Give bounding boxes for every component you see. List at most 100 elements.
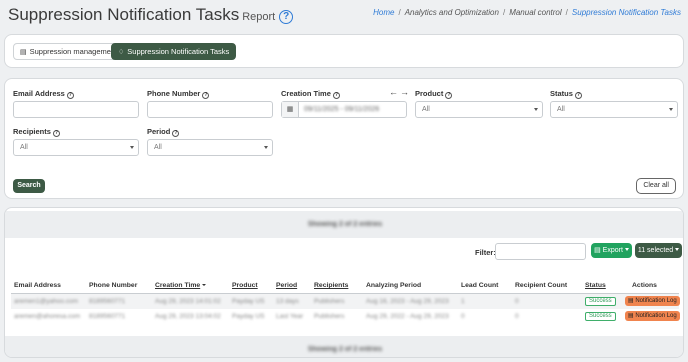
col-email: Email Address bbox=[14, 282, 61, 289]
chevron-down-icon bbox=[675, 248, 680, 251]
status-label: Status? bbox=[550, 89, 582, 99]
filter-label: Filter: bbox=[475, 248, 496, 257]
notification-log-button[interactable]: ▤ Notification Log bbox=[625, 296, 680, 306]
breadcrumb: Home / Analytics and Optimization / Manual c… bbox=[373, 8, 681, 17]
product-select[interactable]: All bbox=[415, 101, 543, 118]
tab-suppression-notification-tasks[interactable]: ♢ Suppression Notification Tasks bbox=[111, 43, 237, 60]
export-button[interactable]: ▤ Export bbox=[591, 243, 632, 258]
arrow-right-icon[interactable]: → bbox=[400, 87, 409, 97]
clear-all-button[interactable]: Clear all bbox=[636, 178, 676, 194]
cell-phone: 8189560771 bbox=[89, 298, 126, 305]
chevron-down-icon bbox=[264, 146, 268, 149]
filter-card: Email Address? Phone Number? Creation Ti… bbox=[4, 78, 684, 199]
status-badge: Success bbox=[585, 312, 616, 321]
cell-recipients: Publishers bbox=[314, 298, 345, 305]
cell-product: Payday US bbox=[232, 298, 265, 305]
chevron-down-icon bbox=[534, 108, 538, 111]
period-value: All bbox=[154, 144, 162, 151]
col-phone: Phone Number bbox=[89, 282, 138, 289]
entries-info-bottom: Showing 2 of 2 entries bbox=[5, 336, 683, 357]
status-select[interactable]: All bbox=[550, 101, 678, 118]
cell-recipients: Publishers bbox=[314, 313, 345, 320]
cell-email: aremen1@yahoo.com bbox=[14, 298, 79, 305]
col-product[interactable]: Product bbox=[232, 278, 258, 294]
notification-log-button[interactable]: ▤ Notification Log bbox=[625, 311, 680, 321]
status-badge: Success bbox=[585, 297, 616, 306]
breadcrumb-manual-control[interactable]: Manual control bbox=[509, 8, 561, 17]
info-icon: ? bbox=[202, 92, 210, 99]
recipients-value: All bbox=[20, 144, 28, 151]
tab-label: Suppression Notification Tasks bbox=[127, 47, 230, 56]
cell-recipient-count: 0 bbox=[515, 298, 519, 305]
table-row: aremen@ahoresa.com 8189560771 Aug 29, 20… bbox=[11, 309, 680, 324]
cell-period: Last Year bbox=[276, 313, 304, 320]
col-lead-count: Lead Count bbox=[461, 282, 499, 289]
recipients-label: Recipients? bbox=[13, 127, 60, 137]
recipients-select[interactable]: All bbox=[13, 139, 139, 156]
col-recipient-count: Recipient Count bbox=[515, 282, 568, 289]
col-period[interactable]: Period bbox=[276, 278, 297, 294]
tab-suppression-management[interactable]: ▤ Suppression management bbox=[13, 43, 125, 60]
columns-selected-button[interactable]: 11 selected bbox=[635, 243, 682, 258]
col-creation-time[interactable]: Creation Time bbox=[155, 278, 207, 294]
breadcrumb-home[interactable]: Home bbox=[373, 8, 394, 17]
product-value: All bbox=[422, 106, 430, 113]
col-recipients[interactable]: Recipients bbox=[314, 278, 348, 294]
page-subtitle: Report bbox=[242, 11, 276, 23]
email-label: Email Address? bbox=[13, 89, 74, 99]
col-actions: Actions bbox=[632, 282, 657, 289]
phone-label: Phone Number? bbox=[147, 89, 210, 99]
sort-desc-icon bbox=[202, 284, 207, 286]
period-label: Period? bbox=[147, 127, 180, 137]
cell-recipient-count: 0 bbox=[515, 313, 519, 320]
cell-analyzing-period: Aug 29, 2022 - Aug 29, 2023 bbox=[366, 313, 449, 320]
page-title: Suppression Notification Tasks Report? bbox=[8, 5, 294, 25]
period-select[interactable]: All bbox=[147, 139, 273, 156]
entries-info-top: Showing 2 of 2 entries bbox=[5, 211, 683, 238]
cell-creation-time: Aug 29, 2023 14:01:02 bbox=[155, 298, 221, 305]
help-icon[interactable]: ? bbox=[279, 10, 294, 24]
col-analyzing-period: Analyzing Period bbox=[366, 282, 422, 289]
info-icon: ? bbox=[66, 92, 74, 99]
page-title-text: Suppression Notification Tasks bbox=[8, 5, 240, 24]
arrow-left-icon[interactable]: ← bbox=[389, 87, 398, 97]
info-icon: ? bbox=[172, 130, 180, 137]
creation-time-value: 09/11/2025 - 09/11/2026 bbox=[304, 106, 380, 113]
filter-input[interactable] bbox=[495, 243, 586, 260]
calendar-icon: ▦ bbox=[282, 102, 299, 117]
cell-period: 13 days bbox=[276, 298, 299, 305]
chevron-down-icon bbox=[669, 108, 673, 111]
email-input[interactable] bbox=[13, 101, 139, 118]
chevron-down-icon bbox=[130, 146, 134, 149]
creation-time-label: Creation Time? bbox=[281, 89, 340, 99]
cell-email: aremen@ahoresa.com bbox=[14, 313, 81, 320]
info-icon: ? bbox=[332, 92, 340, 99]
creation-time-input[interactable]: ▦ 09/11/2025 - 09/11/2026 bbox=[281, 101, 407, 118]
phone-input[interactable] bbox=[147, 101, 273, 118]
info-icon: ? bbox=[52, 130, 60, 137]
cell-analyzing-period: Aug 16, 2023 - Aug 29, 2023 bbox=[366, 298, 449, 305]
cell-lead-count: 0 bbox=[461, 313, 465, 320]
table-row: aremen1@yahoo.com 8189560771 Aug 29, 202… bbox=[11, 294, 680, 309]
log-icon: ▤ bbox=[628, 313, 634, 319]
cell-product: Payday US bbox=[232, 313, 265, 320]
product-label: Product? bbox=[415, 89, 453, 99]
col-status[interactable]: Status bbox=[585, 278, 606, 294]
tabs-card: ▤ Suppression management ♢ Suppression Not… bbox=[4, 34, 684, 68]
cell-lead-count: 1 bbox=[461, 298, 465, 305]
table-header: Email Address Phone Number Creation Time… bbox=[11, 278, 679, 294]
cell-creation-time: Aug 29, 2023 13:04:02 bbox=[155, 313, 221, 320]
chevron-down-icon bbox=[624, 248, 629, 251]
status-value: All bbox=[557, 106, 565, 113]
info-icon: ? bbox=[574, 92, 582, 99]
info-icon: ? bbox=[445, 92, 453, 99]
breadcrumb-current: Suppression Notification Tasks bbox=[571, 8, 681, 17]
file-icon: ▤ bbox=[594, 247, 601, 254]
breadcrumb-analytics[interactable]: Analytics and Optimization bbox=[405, 8, 499, 17]
bell-icon: ♢ bbox=[118, 49, 125, 56]
list-icon: ▤ bbox=[20, 49, 27, 56]
search-button[interactable]: Search bbox=[13, 179, 45, 193]
page-header: Suppression Notification Tasks Report? Ho… bbox=[0, 0, 688, 30]
results-card: Showing 2 of 2 entries Filter: ▤ Export … bbox=[4, 207, 684, 358]
tab-label: Suppression management bbox=[29, 47, 118, 56]
